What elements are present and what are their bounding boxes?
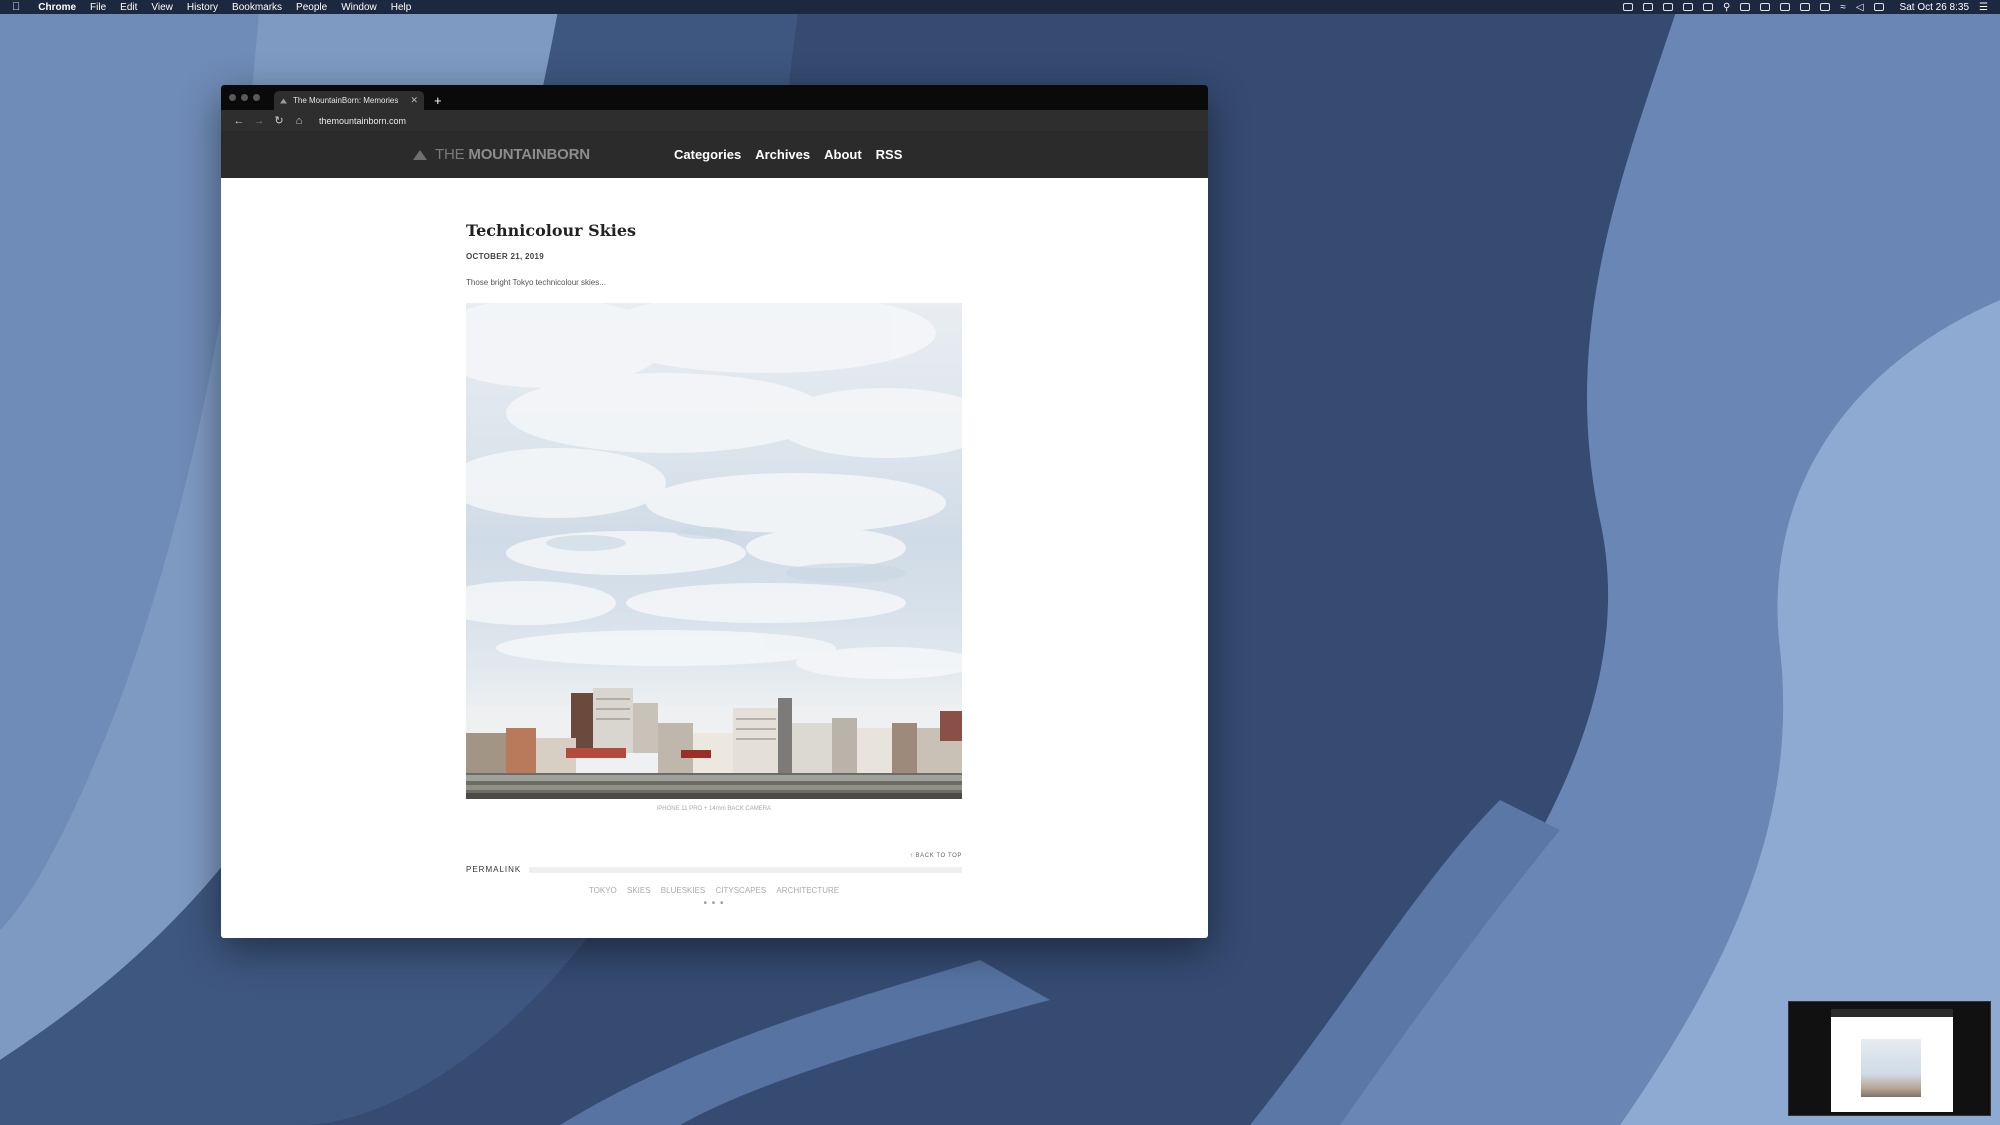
tag-list: TOKYO SKIES BLUESKIES CITYSCAPES ARCHITE… xyxy=(466,886,962,895)
post-photo[interactable] xyxy=(466,303,962,799)
menu-view[interactable]: View xyxy=(151,2,173,13)
site-logo[interactable]: THE MOUNTAINBORN xyxy=(413,146,590,163)
post-excerpt: Those bright Tokyo technicolour skies... xyxy=(466,278,606,287)
tag-cityscapes[interactable]: CITYSCAPES xyxy=(716,886,767,895)
browser-tab[interactable]: The MountainBorn: Memories ✕ xyxy=(274,91,424,110)
menu-people[interactable]: People xyxy=(296,2,327,13)
article: Technicolour Skies OCTOBER 21, 2019 Thos… xyxy=(466,221,962,909)
menu-clock[interactable]: Sat Oct 26 8:35 xyxy=(1900,2,1970,13)
close-window-button[interactable] xyxy=(229,94,236,101)
menu-help[interactable]: Help xyxy=(391,2,412,13)
volume-icon[interactable]: ◁ xyxy=(1856,2,1864,13)
nav-categories[interactable]: Categories xyxy=(674,147,741,162)
search-icon[interactable]: ⚲ xyxy=(1723,2,1730,13)
post-date: OCTOBER 21, 2019 xyxy=(466,252,545,261)
permalink-row: PERMALINK xyxy=(466,865,962,874)
input-source-icon[interactable] xyxy=(1873,3,1884,11)
permalink-link[interactable]: PERMALINK xyxy=(466,865,521,874)
post-title[interactable]: Technicolour Skies xyxy=(466,221,962,240)
menu-edit[interactable]: Edit xyxy=(120,2,137,13)
menu-window[interactable]: Window xyxy=(341,2,377,13)
forward-icon[interactable]: → xyxy=(249,115,269,127)
nav-archives[interactable]: Archives xyxy=(755,147,810,162)
screen-icon[interactable] xyxy=(1643,3,1653,11)
menu-bookmarks[interactable]: Bookmarks xyxy=(232,2,282,13)
divider xyxy=(529,866,962,873)
status-area: ⚲ ≈ ◁ Sat Oct 26 8:35 ☰ xyxy=(1623,2,1988,13)
airplay-icon[interactable] xyxy=(1820,3,1831,11)
site-nav: Categories Archives About RSS xyxy=(674,147,902,162)
back-to-top-link[interactable]: ↑ BACK TO TOP xyxy=(466,853,962,859)
mountain-logo-icon xyxy=(413,149,427,160)
screenshot-thumbnail[interactable] xyxy=(1788,1001,1991,1116)
menu-history[interactable]: History xyxy=(187,2,218,13)
apple-menu-icon[interactable]:  xyxy=(12,1,20,13)
menu-file[interactable]: File xyxy=(90,2,106,13)
bluetooth-icon[interactable] xyxy=(1800,3,1811,11)
new-tab-button[interactable]: + xyxy=(434,93,442,108)
browser-window: The MountainBorn: Memories ✕ + ← → ↻ ⌂ t… xyxy=(221,85,1208,938)
menu-bar:  Chrome File Edit View History Bookmark… xyxy=(0,0,2000,14)
nav-rss[interactable]: RSS xyxy=(876,147,903,162)
logo-name: MOUNTAINBORN xyxy=(468,146,590,163)
address-bar[interactable]: themountainborn.com xyxy=(319,116,406,126)
app-status-icon[interactable] xyxy=(1683,3,1693,11)
menu-app-name[interactable]: Chrome xyxy=(38,2,76,13)
time-machine-icon[interactable] xyxy=(1760,3,1771,11)
browser-toolbar: ← → ↻ ⌂ themountainborn.com xyxy=(221,110,1208,131)
tag-tokyo[interactable]: TOKYO xyxy=(589,886,617,895)
thumbnail-header xyxy=(1831,1009,1953,1017)
minimize-window-button[interactable] xyxy=(241,94,248,101)
tab-strip: The MountainBorn: Memories ✕ + xyxy=(221,85,1208,110)
tab-close-icon[interactable]: ✕ xyxy=(410,95,418,106)
tab-title: The MountainBorn: Memories xyxy=(293,96,399,105)
tokyo-skyline-image xyxy=(466,303,962,799)
photo-caption: iPHONE 11 PRO + 14mm BACK CAMERA xyxy=(656,806,772,812)
thumbnail-photo xyxy=(1861,1039,1921,1097)
home-icon[interactable]: ⌂ xyxy=(289,115,309,127)
tag-skies[interactable]: SKIES xyxy=(627,886,651,895)
wifi-icon[interactable]: ≈ xyxy=(1840,2,1846,13)
reload-icon[interactable]: ↻ xyxy=(269,114,289,127)
post-separator: • • • xyxy=(703,898,725,909)
tag-blueskies[interactable]: BLUESKIES xyxy=(661,886,705,895)
thumbnail-preview xyxy=(1831,1009,1953,1112)
dropbox-icon[interactable] xyxy=(1623,3,1633,11)
clock-status-icon[interactable] xyxy=(1703,3,1713,11)
info-icon[interactable] xyxy=(1740,3,1751,11)
logo-the: THE xyxy=(435,146,465,163)
window-controls xyxy=(229,94,260,101)
battery-icon[interactable] xyxy=(1780,3,1791,11)
tag-architecture[interactable]: ARCHITECTURE xyxy=(776,886,839,895)
zoom-window-button[interactable] xyxy=(253,94,260,101)
nav-about[interactable]: About xyxy=(824,147,862,162)
back-icon[interactable]: ← xyxy=(229,115,249,127)
notification-center-icon[interactable]: ☰ xyxy=(1979,2,1988,13)
cloud-icon[interactable] xyxy=(1663,3,1673,11)
site-header: THE MOUNTAINBORN Categories Archives Abou… xyxy=(221,131,1208,178)
mountain-favicon-icon xyxy=(280,98,287,103)
